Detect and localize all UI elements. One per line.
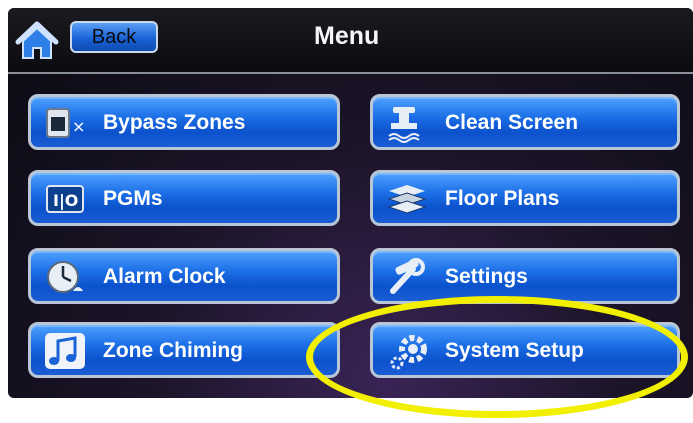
bypass-zones-button[interactable]: × Bypass Zones [28, 94, 340, 150]
back-button[interactable]: Back [70, 21, 158, 53]
alarm-clock-button[interactable]: Alarm Clock [28, 248, 340, 304]
pgm-icon: I|O [43, 179, 89, 219]
settings-label: Settings [445, 265, 528, 288]
home-icon[interactable] [14, 20, 60, 62]
alarm-clock-label: Alarm Clock [103, 265, 226, 288]
svg-text:×: × [72, 117, 85, 136]
pgms-label: PGMs [103, 187, 163, 210]
alarm-clock-icon [43, 257, 89, 297]
header-bar: Back Menu [8, 8, 693, 74]
zone-chiming-button[interactable]: Zone Chiming [28, 322, 340, 378]
svg-text:I|O: I|O [53, 191, 78, 211]
music-note-icon [43, 331, 89, 371]
pgms-button[interactable]: I|O PGMs [28, 170, 340, 226]
zone-chiming-label: Zone Chiming [103, 339, 243, 362]
settings-button[interactable]: Settings [370, 248, 680, 304]
touchscreen-panel: Back Menu × Bypass Zones I|O PGMs Alarm … [8, 8, 693, 398]
faucet-icon [385, 103, 431, 143]
floor-plans-icon [385, 179, 431, 219]
gears-icon [385, 331, 431, 371]
floor-plans-button[interactable]: Floor Plans [370, 170, 680, 226]
bypass-zones-icon: × [43, 103, 89, 143]
tools-icon [385, 257, 431, 297]
system-setup-button[interactable]: System Setup [370, 322, 680, 378]
page-title: Menu [314, 22, 380, 50]
floor-plans-label: Floor Plans [445, 187, 560, 210]
system-setup-label: System Setup [445, 339, 584, 362]
bypass-zones-label: Bypass Zones [103, 111, 246, 134]
clean-screen-label: Clean Screen [445, 111, 579, 134]
clean-screen-button[interactable]: Clean Screen [370, 94, 680, 150]
